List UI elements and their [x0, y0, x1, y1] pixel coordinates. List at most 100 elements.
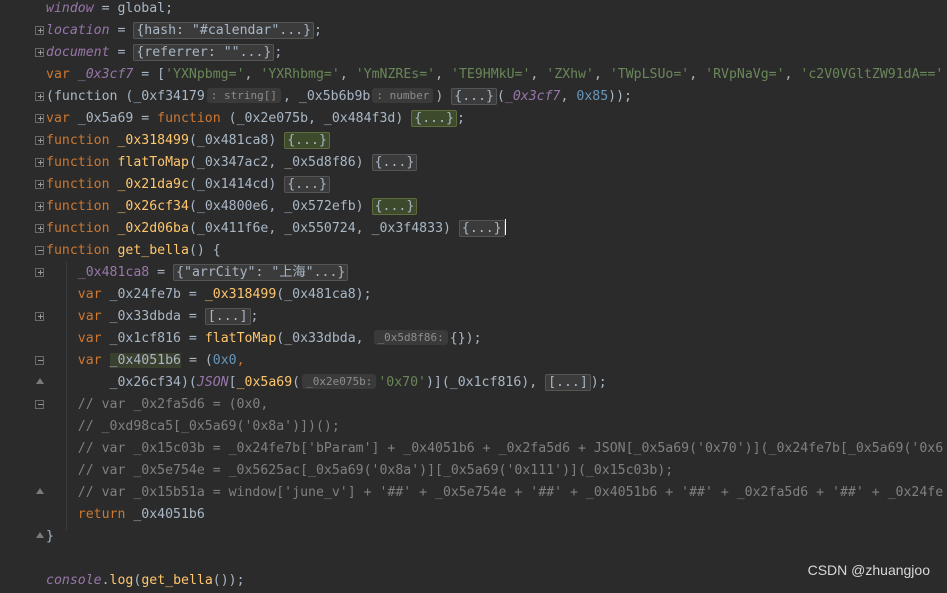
- code-token: console: [46, 573, 102, 588]
- fold-expand-icon[interactable]: [35, 202, 44, 211]
- fold-expand-icon[interactable]: [35, 26, 44, 35]
- code-token: 'TWpLSUo=': [609, 67, 690, 82]
- code-line[interactable]: function _0x2d06ba(_0x411f6e, _0x550724,…: [46, 219, 506, 241]
- code-token: function: [46, 199, 118, 214]
- parameter-hint: _0x2e075b:: [302, 374, 377, 389]
- fold-end-icon[interactable]: [35, 378, 44, 387]
- fold-expand-icon[interactable]: [35, 114, 44, 123]
- code-token: (function (_0xf34179: [46, 89, 205, 104]
- folded-region[interactable]: {...}: [451, 88, 497, 105]
- code-line[interactable]: var _0x3cf7 = ['YXNpbmg=', 'YXRhbmg=', '…: [46, 65, 943, 87]
- folded-region[interactable]: {...}: [458, 220, 505, 237]
- code-line[interactable]: var _0x4051b6 = (0x0,: [46, 351, 245, 373]
- code-token: 'YmNZREs=': [355, 67, 436, 82]
- code-line[interactable]: var _0x1cf816 = flatToMap(_0x33dbda, _0x…: [46, 329, 482, 351]
- code-token: ,: [593, 67, 610, 82]
- code-token: 0x0: [212, 353, 237, 368]
- code-token: // var _0x15b51a = window['june_v'] + '#…: [46, 485, 944, 500]
- code-line[interactable]: // _0xd98ca5[_0x5a69('0x8a')])();: [46, 417, 340, 439]
- code-line[interactable]: // var _0x15c03b = _0x24fe7b['bParam'] +…: [46, 439, 943, 461]
- code-token: ;: [250, 309, 259, 324]
- code-token: _0x26cf34)(: [46, 375, 197, 390]
- code-token: return: [77, 507, 134, 522]
- code-line[interactable]: // var _0x2fa5d6 = (0x0,: [46, 395, 269, 417]
- code-line[interactable]: var _0x5a69 = function (_0x2e075b, _0x48…: [46, 109, 465, 131]
- code-token: _0x5a69: [236, 375, 293, 390]
- folded-region[interactable]: {referrer: ""...}: [133, 44, 275, 61]
- code-line[interactable]: _0x481ca8 = {"arrCity": "上海"...}: [46, 263, 349, 285]
- code-token: (_0x1414cd): [188, 177, 285, 192]
- folded-region[interactable]: {"arrCity": "上海"...}: [173, 264, 349, 281]
- code-token: .: [101, 573, 110, 588]
- code-line[interactable]: return _0x4051b6: [46, 505, 205, 527]
- folded-region[interactable]: [...]: [545, 374, 591, 391]
- code-line[interactable]: console.log(get_bella());: [46, 571, 245, 593]
- code-token: =: [109, 45, 134, 60]
- folded-region[interactable]: {...}: [371, 154, 418, 171]
- code-line[interactable]: // var _0x5e754e = _0x5625ac[_0x5a69('0x…: [46, 461, 673, 483]
- code-token: (_0x4800e6, _0x572efb): [188, 199, 372, 214]
- code-token: _0x1cf816 =: [109, 331, 205, 346]
- fold-expand-icon[interactable]: [35, 224, 44, 233]
- code-token: flatToMap: [204, 331, 277, 346]
- code-area[interactable]: window = global; location = {hash: "#cale…: [46, 0, 947, 588]
- fold-expand-icon[interactable]: [35, 268, 44, 277]
- fold-expand-icon[interactable]: [35, 48, 44, 57]
- code-line[interactable]: function _0x26cf34(_0x4800e6, _0x572efb)…: [46, 197, 418, 219]
- code-line[interactable]: document = {referrer: ""...};: [46, 43, 282, 65]
- code-token: ,: [244, 67, 261, 82]
- fold-collapse-icon[interactable]: [35, 400, 44, 409]
- code-line[interactable]: window = global;: [46, 0, 173, 21]
- code-line[interactable]: var _0x24fe7b = _0x318499(_0x481ca8);: [46, 285, 372, 307]
- fold-expand-icon[interactable]: [35, 92, 44, 101]
- code-token: function: [46, 133, 118, 148]
- code-token: _0x4051b6: [133, 507, 205, 522]
- fold-end-icon[interactable]: [35, 532, 44, 541]
- parameter-hint: : string[]: [206, 88, 282, 103]
- fold-expand-icon[interactable]: [35, 312, 44, 321]
- code-line[interactable]: _0x26cf34)(JSON[_0x5a69(_0x2e075b: '0x70'…: [46, 373, 607, 395]
- folded-region[interactable]: {...}: [371, 198, 418, 215]
- code-token: var: [77, 331, 110, 346]
- code-editor[interactable]: window = global; location = {hash: "#cale…: [0, 0, 947, 588]
- fold-end-icon[interactable]: [35, 488, 44, 497]
- code-line[interactable]: (function (_0xf34179: string[], _0x5b6b9…: [46, 87, 632, 109]
- code-line[interactable]: function flatToMap(_0x347ac2, _0x5d8f86)…: [46, 153, 418, 175]
- text-caret: [504, 219, 506, 235]
- code-token: ,: [689, 67, 706, 82]
- code-token: (_0x481ca8);: [276, 287, 372, 302]
- folded-region[interactable]: {hash: "#calendar"...}: [133, 22, 315, 39]
- code-token: = (: [181, 353, 213, 368]
- code-token: ());: [212, 573, 245, 588]
- fold-collapse-icon[interactable]: [35, 246, 44, 255]
- code-token: );: [590, 375, 607, 390]
- code-token: ));: [608, 89, 632, 104]
- code-token: _0x26cf34: [117, 199, 189, 214]
- code-line[interactable]: var _0x33dbda = [...];: [46, 307, 258, 329]
- folded-region[interactable]: {...}: [284, 132, 330, 149]
- code-token: (_0x411f6e, _0x550724, _0x3f4833): [188, 221, 459, 236]
- folded-region[interactable]: {...}: [411, 110, 457, 127]
- code-token: function: [46, 221, 118, 236]
- code-token: 'RVpNaVg=': [705, 67, 785, 82]
- fold-expand-icon[interactable]: [35, 136, 44, 145]
- fold-expand-icon[interactable]: [35, 158, 44, 167]
- code-line[interactable]: // var _0x15b51a = window['june_v'] + '#…: [46, 483, 943, 505]
- code-line[interactable]: function _0x318499(_0x481ca8) {...}: [46, 131, 330, 153]
- parameter-hint: _0x5d8f86:: [373, 330, 448, 345]
- fold-expand-icon[interactable]: [35, 180, 44, 189]
- folded-region[interactable]: {...}: [284, 176, 330, 193]
- code-line[interactable]: function get_bella() {: [46, 241, 221, 263]
- code-token: var: [46, 111, 78, 126]
- code-token: location: [46, 23, 110, 38]
- code-token: ,: [560, 89, 577, 104]
- code-line[interactable]: }: [46, 527, 54, 549]
- folded-region[interactable]: [...]: [204, 308, 251, 325]
- code-line[interactable]: function _0x21da9c(_0x1414cd) {...}: [46, 175, 330, 197]
- code-token: () {: [188, 243, 221, 258]
- code-token: ): [435, 89, 452, 104]
- code-line[interactable]: location = {hash: "#calendar"...};: [46, 21, 322, 43]
- fold-collapse-icon[interactable]: [35, 356, 44, 365]
